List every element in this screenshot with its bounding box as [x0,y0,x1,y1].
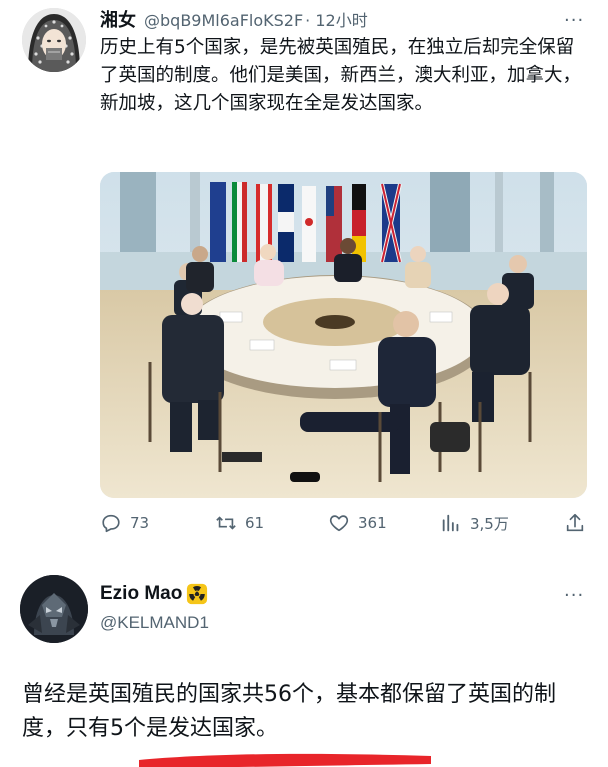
views-button[interactable]: 3,5万 [440,510,509,536]
more-horizontal-icon[interactable]: ··· [564,10,584,31]
more-horizontal-icon[interactable]: ··· [564,585,584,606]
like-count: 361 [358,514,387,532]
author-handle[interactable]: @bqB9Ml6aFloKS2F [144,11,303,30]
reply-icon [102,514,120,533]
tweet-header: Ezio Mao [100,583,208,605]
author-avatar[interactable] [20,575,88,643]
tweet-text-part2: 只有5个是发达国家。 [66,716,279,741]
red-underline-annotation [139,753,431,767]
retweet-count: 61 [245,514,265,532]
tweet-text: 曾经是英国殖民的国家共56个，基本都保留了英国的制度，只有5个是发达国家。 [22,678,592,746]
radioactive-emoji-icon [187,583,208,605]
author-avatar[interactable] [22,8,86,72]
tweet-2: Ezio Mao @KELMAND1 ··· 曾经是英国殖民的国家共56个，基本… [0,555,608,767]
avatar-image [22,8,86,72]
views-count: 3,5万 [470,514,509,533]
author-name[interactable]: 湘女 [100,6,136,32]
retweet-icon [216,516,236,530]
reply-count: 73 [130,514,150,532]
tweet-header: 湘女 @bqB9Ml6aFloKS2F · 12小时 [100,6,368,32]
meeting-photo-image [100,172,587,498]
tweet-actions: 73 61 361 3,5万 [100,510,590,536]
tweet-photo[interactable] [100,172,587,498]
share-button[interactable] [564,510,594,536]
analytics-icon [442,514,459,532]
share-icon [566,513,584,532]
retweet-button[interactable]: 61 [215,510,264,536]
avatar-image [20,575,88,643]
reply-button[interactable]: 73 [100,510,149,536]
author-handle[interactable]: @KELMAND1 [100,613,209,633]
like-button[interactable]: 361 [328,510,387,536]
heart-icon [329,515,349,532]
tweet-1: 湘女 @bqB9Ml6aFloKS2F · 12小时 ··· 历史上有5个国家，… [0,0,608,555]
author-name[interactable]: Ezio Mao [100,583,182,605]
tweet-timestamp[interactable]: · 12小时 [305,7,368,31]
tweet-text: 历史上有5个国家，是先被英国殖民，在独立后却完全保留了英国的制度。他们是美国，新… [100,37,582,114]
